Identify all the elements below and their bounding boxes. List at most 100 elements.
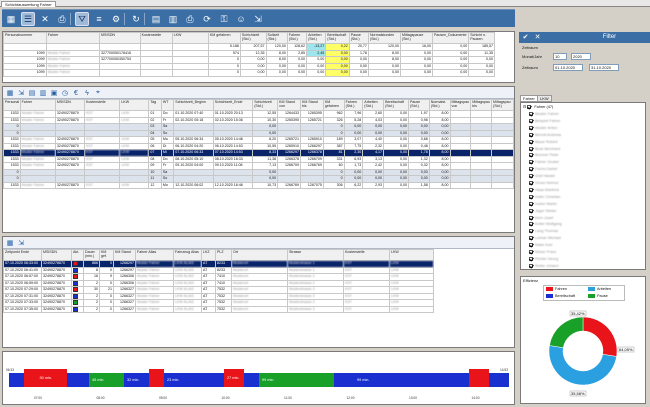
column-header[interactable]: Pause (Std.) [407,99,430,111]
tab-lkw[interactable]: LKW [537,95,552,102]
driver-tree-item[interactable]: Jager Stefan [529,208,557,214]
column-header[interactable]: Pausen_Dokumente [431,32,470,44]
column-header[interactable]: Fahrzeug Alias [173,249,202,261]
column-header[interactable]: Ort [231,249,288,261]
timeline-segment[interactable] [9,373,24,387]
driver-tree-item[interactable]: Maier Karl [529,242,552,248]
column-header[interactable]: Tag [148,99,162,111]
column-header[interactable]: KM gefahren [322,99,345,111]
column-header[interactable]: LKZ [201,249,216,261]
table-row[interactable]: 1099 Muster Fahrer 0 0,00 0,00 0,00 0,00 0,00 0,… [3,69,495,77]
calendar-icon[interactable]: ▣ [49,88,59,98]
lightning-icon[interactable]: ϟ [82,88,92,98]
driver-tree-item[interactable]: Kern Josef [529,215,553,221]
export-icon[interactable]: ⇲ [16,88,26,98]
driver-checkbox[interactable] [529,215,533,220]
date-to-input[interactable]: 31.10.2020 [589,64,619,71]
clear-icon[interactable]: ✕ [533,33,542,42]
grid-icon[interactable]: ▦ [4,12,18,26]
table-row[interactable]: 1533 Muster Fahrer 32490278870 KST LKW 12 Mo 12… [3,181,514,189]
document-icon[interactable]: ▤ [27,88,37,98]
excel-icon[interactable]: ✕ [38,12,52,26]
column-header[interactable]: Fahrer [45,32,101,44]
column-header[interactable]: Personal [3,99,21,111]
driver-checkbox[interactable] [529,208,533,213]
column-header[interactable]: Fahren (Std.) [286,32,308,44]
driver-tree-item[interactable]: Lehner Michael [529,235,561,241]
settings-sliders-icon[interactable]: ≡ [92,12,106,26]
driver-tree-item[interactable]: Brunner Peter [529,152,559,158]
column-header[interactable]: PLZ [215,249,232,261]
driver-tree-item[interactable]: Muster Anton [529,125,557,131]
gear-icon[interactable]: ⚙ [109,12,123,26]
column-header[interactable]: WT [160,99,175,111]
timeline-segment[interactable]: 23 min. [164,373,189,387]
timeline-segment[interactable] [489,373,509,387]
users-lock-icon[interactable]: ⚿ [217,12,231,26]
column-header[interactable]: Sollzeit (Std.) [265,32,288,44]
column-header[interactable]: Kostenstelle [83,99,121,111]
column-header[interactable]: LKW [119,99,150,111]
column-header[interactable]: Arbeiten (Std.) [306,32,327,44]
timeline-segment[interactable]: 27 min. [224,369,244,387]
driver-checkbox[interactable] [529,153,533,158]
driver-checkbox[interactable] [529,160,533,165]
date-from-input[interactable]: 01.10.2020 [553,64,583,71]
document-list-icon[interactable]: ▥ [166,12,180,26]
driver-tree-item[interactable]: Bock Bernhard [529,146,560,152]
column-header[interactable]: Schicht n. Pausen [468,32,495,44]
month-select[interactable]: 10 [553,53,567,60]
driver-checkbox[interactable] [529,236,533,241]
timeline-segment[interactable] [244,373,259,387]
column-header[interactable]: Fahrer Alias [135,249,174,261]
driver-tree-item[interactable]: Koller Wolfgang [529,221,562,227]
timeline-segment[interactable]: 30 min. [36,369,67,387]
column-header[interactable]: KM gefahren [207,32,241,44]
driver-checkbox[interactable] [529,256,533,261]
timeline-segment[interactable]: 99 min. [354,373,469,387]
export-icon[interactable]: ⇲ [16,238,26,248]
driver-tree-item[interactable]: Fuchs Daniel [529,166,557,172]
column-header[interactable]: Pause (Std.) [348,32,369,44]
print-preview-icon[interactable]: ⎙ [55,12,69,26]
column-header[interactable]: MSISDN [99,32,141,44]
timeline-segment[interactable] [24,369,37,387]
column-header[interactable]: Kostenstelle [343,249,390,261]
driver-checkbox[interactable] [529,201,533,206]
column-header[interactable]: Schichtzeit (Std.) [239,32,267,44]
driver-checkbox[interactable] [529,139,533,144]
column-header[interactable]: Normalstunden (Std.) [367,32,401,44]
driver-checkbox[interactable] [529,194,533,199]
driver-tree-item[interactable]: Bauer Robert [529,139,558,145]
check-icon[interactable]: ✔ [521,33,530,42]
location-icon[interactable]: ⌖ [93,88,103,98]
driver-tree-item[interactable]: Haas Manfred [529,187,559,193]
column-header[interactable]: Personalnummer [3,32,47,44]
driver-tree-item[interactable]: Moser Franz [529,249,556,255]
timeline-segment[interactable]: 45 min. [89,373,124,387]
column-header[interactable]: Dauer (min.) [83,249,100,261]
export-icon[interactable]: ⇲ [251,12,265,26]
timeline-segment[interactable] [66,373,89,387]
driver-checkbox[interactable] [529,243,533,248]
column-header[interactable]: Arbeiten (Std.) [362,99,385,111]
clock-icon[interactable]: ◷ [60,88,70,98]
column-header[interactable]: Mittagspau bis [470,99,493,111]
driver-checkbox[interactable] [529,222,533,227]
column-header[interactable]: Mittagspause (Std.) [399,32,433,44]
driver-checkbox[interactable] [529,125,533,130]
timeline-segment[interactable]: 32 min. [124,373,149,387]
euro-icon[interactable]: € [71,88,81,98]
refresh-icon[interactable]: ↻ [129,12,143,26]
driver-tree-item[interactable]: Pichler Georg [529,256,558,262]
driver-tree-item[interactable]: Huber Martin [529,201,557,207]
document-list-icon[interactable]: ▥ [38,88,48,98]
column-header[interactable]: Zeitpunkt Ende [3,249,42,261]
column-header[interactable]: Fahren (Std.) [343,99,364,111]
excel-icon[interactable]: ▦ [5,238,15,248]
user-icon[interactable]: ☺ [234,12,248,26]
timeline-segment[interactable]: 99 min. [259,373,334,387]
driver-checkbox[interactable] [529,167,533,172]
driver-tree-item[interactable]: Graf Harald [529,173,555,179]
driver-tree-item[interactable]: Fahrer Gruber [529,159,559,165]
